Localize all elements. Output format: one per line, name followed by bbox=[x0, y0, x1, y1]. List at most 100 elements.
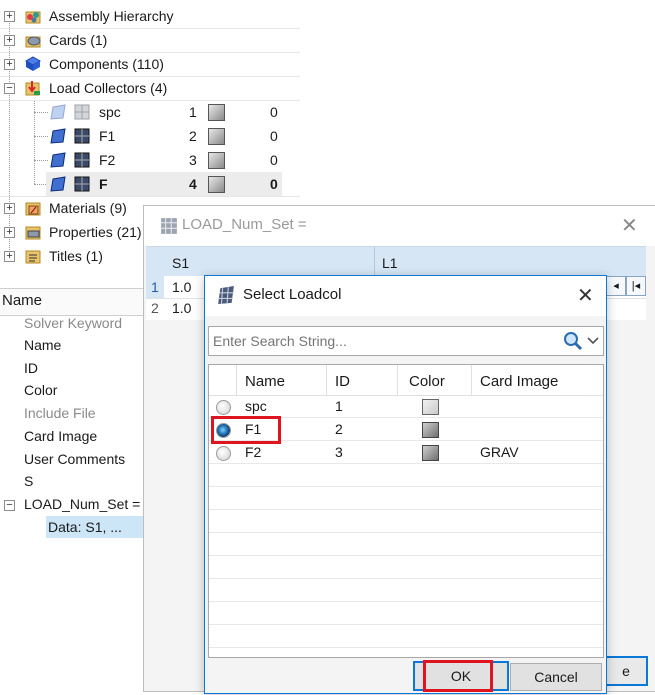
tree-label: Titles (1) bbox=[49, 248, 103, 264]
color-swatch bbox=[422, 422, 439, 438]
load-collector-name: F bbox=[99, 176, 108, 192]
table-cell[interactable]: 1.0 bbox=[172, 300, 191, 316]
dialog-title: Select Loadcol bbox=[243, 286, 342, 303]
row-card-image: GRAV bbox=[480, 444, 519, 460]
select-loadcol-dialog: Select Loadcol ✕ Name ID Color Card Imag… bbox=[204, 275, 607, 694]
mesh-icon bbox=[74, 104, 90, 120]
property-id: ID bbox=[24, 360, 38, 376]
cancel-button[interactable]: Cancel bbox=[510, 663, 602, 691]
load-collector-row-f1[interactable]: F1 2 0 bbox=[0, 124, 300, 148]
properties-icon bbox=[25, 226, 41, 240]
property-user-comments: User Comments bbox=[24, 451, 126, 467]
tree-item-properties[interactable]: + Properties (21) bbox=[0, 220, 150, 244]
column-header-id: ID bbox=[335, 373, 350, 390]
close-icon[interactable]: ✕ bbox=[577, 283, 594, 308]
load-collector-icon bbox=[50, 128, 66, 144]
load-collector-row-f2[interactable]: F2 3 0 bbox=[0, 148, 300, 172]
tree-label: Materials (9) bbox=[49, 200, 127, 216]
expand-button[interactable]: + bbox=[4, 202, 15, 214]
color-swatch[interactable] bbox=[208, 104, 225, 121]
property-s: S bbox=[24, 473, 34, 489]
expand-button[interactable]: + bbox=[4, 10, 15, 22]
ok-highlight bbox=[423, 660, 493, 692]
materials-icon bbox=[25, 202, 41, 216]
row-name: spc bbox=[245, 398, 267, 414]
dialog-titlebar: Select Loadcol ✕ bbox=[205, 276, 606, 316]
list-header: Name ID Color Card Image bbox=[209, 365, 603, 396]
dialog-title: LOAD_Num_Set = bbox=[182, 216, 307, 233]
color-swatch bbox=[422, 445, 439, 461]
row-index: 1 bbox=[151, 279, 159, 295]
load-collector-row-f-selected[interactable]: F 4 0 bbox=[34, 172, 282, 196]
components-icon bbox=[25, 56, 41, 71]
tree-item-assembly-hierarchy[interactable]: + Assembly Hierarchy bbox=[0, 4, 300, 28]
tree-label: Cards (1) bbox=[49, 32, 108, 48]
load-collector-row-spc[interactable]: spc 1 0 bbox=[0, 100, 300, 124]
selection-highlight bbox=[211, 416, 281, 444]
expand-button[interactable]: + bbox=[4, 34, 15, 46]
load-collector-icon bbox=[161, 218, 177, 234]
color-swatch bbox=[422, 399, 439, 415]
color-swatch[interactable] bbox=[208, 152, 225, 169]
load-collector-value: 0 bbox=[270, 128, 278, 144]
table-cell[interactable]: 1.0 bbox=[172, 279, 191, 295]
radio-button[interactable] bbox=[216, 400, 231, 415]
close-icon[interactable]: ✕ bbox=[621, 213, 638, 238]
load-collector-id: 3 bbox=[189, 152, 197, 168]
collapse-button[interactable]: − bbox=[4, 82, 15, 94]
color-swatch[interactable] bbox=[208, 128, 225, 145]
search-icon[interactable] bbox=[563, 331, 583, 351]
tree-label: Properties (21) bbox=[49, 224, 142, 240]
tree-item-cards[interactable]: + Cards (1) bbox=[0, 28, 300, 52]
load-collector-id: 4 bbox=[189, 176, 197, 192]
load-collector-icon bbox=[50, 152, 66, 168]
column-header-l1: L1 bbox=[382, 255, 398, 271]
column-header-color: Color bbox=[409, 373, 445, 390]
list-row-f2[interactable]: F2 3 GRAV bbox=[209, 441, 603, 463]
radio-button[interactable] bbox=[216, 446, 231, 461]
load-collector-icon bbox=[50, 176, 66, 192]
mesh-icon bbox=[74, 152, 90, 168]
property-solver-keyword: Solver Keyword bbox=[24, 315, 123, 331]
column-header-name: Name bbox=[245, 373, 286, 390]
load-collector-id: 1 bbox=[189, 104, 197, 120]
tree-item-load-collectors[interactable]: − Load Collectors (4) bbox=[0, 76, 300, 100]
column-header-s1: S1 bbox=[172, 255, 190, 271]
property-card-image: Card Image bbox=[24, 428, 98, 444]
search-box[interactable] bbox=[208, 326, 604, 356]
load-collector-id: 2 bbox=[189, 128, 197, 144]
expand-button[interactable]: + bbox=[4, 250, 15, 262]
chevron-down-icon[interactable] bbox=[587, 336, 599, 346]
tree-item-materials[interactable]: + Materials (9) bbox=[0, 196, 150, 220]
cards-icon bbox=[25, 36, 41, 48]
property-include-file: Include File bbox=[24, 405, 96, 421]
row-id: 2 bbox=[335, 421, 343, 437]
mesh-icon bbox=[74, 176, 90, 192]
scroll-first-icon[interactable]: |◂ bbox=[626, 276, 646, 296]
search-input[interactable] bbox=[211, 329, 555, 353]
expand-button[interactable]: + bbox=[4, 226, 15, 238]
row-name: F2 bbox=[245, 444, 262, 460]
load-collectors-icon bbox=[25, 81, 40, 96]
properties-panel: Name Solver Keyword Name ID Color Includ… bbox=[0, 282, 150, 695]
property-data-cell[interactable]: Data: S1, ... bbox=[46, 516, 150, 538]
load-collector-name: spc bbox=[99, 104, 121, 120]
list-row-spc[interactable]: spc 1 bbox=[209, 395, 603, 417]
load-collector-name: F2 bbox=[99, 152, 116, 168]
expand-button[interactable]: + bbox=[4, 58, 15, 70]
dialog-titlebar: LOAD_Num_Set = ✕ bbox=[144, 206, 655, 246]
property-name: Name bbox=[24, 337, 62, 353]
column-header-card-image: Card Image bbox=[480, 373, 559, 390]
assembly-icon bbox=[25, 11, 41, 24]
load-collector-value: 0 bbox=[270, 152, 278, 168]
collapse-button[interactable]: − bbox=[4, 499, 15, 511]
row-index: 2 bbox=[151, 300, 159, 316]
tree-label: Assembly Hierarchy bbox=[49, 8, 174, 24]
tree-item-titles[interactable]: + Titles (1) bbox=[0, 244, 150, 268]
tree-item-components[interactable]: + Components (110) bbox=[0, 52, 300, 76]
color-swatch[interactable] bbox=[208, 176, 225, 193]
load-collector-value: 0 bbox=[270, 104, 278, 120]
mesh-icon bbox=[74, 128, 90, 144]
scroll-prev-icon[interactable]: ◂ bbox=[606, 276, 626, 296]
load-num-set-button[interactable]: e bbox=[604, 656, 648, 686]
